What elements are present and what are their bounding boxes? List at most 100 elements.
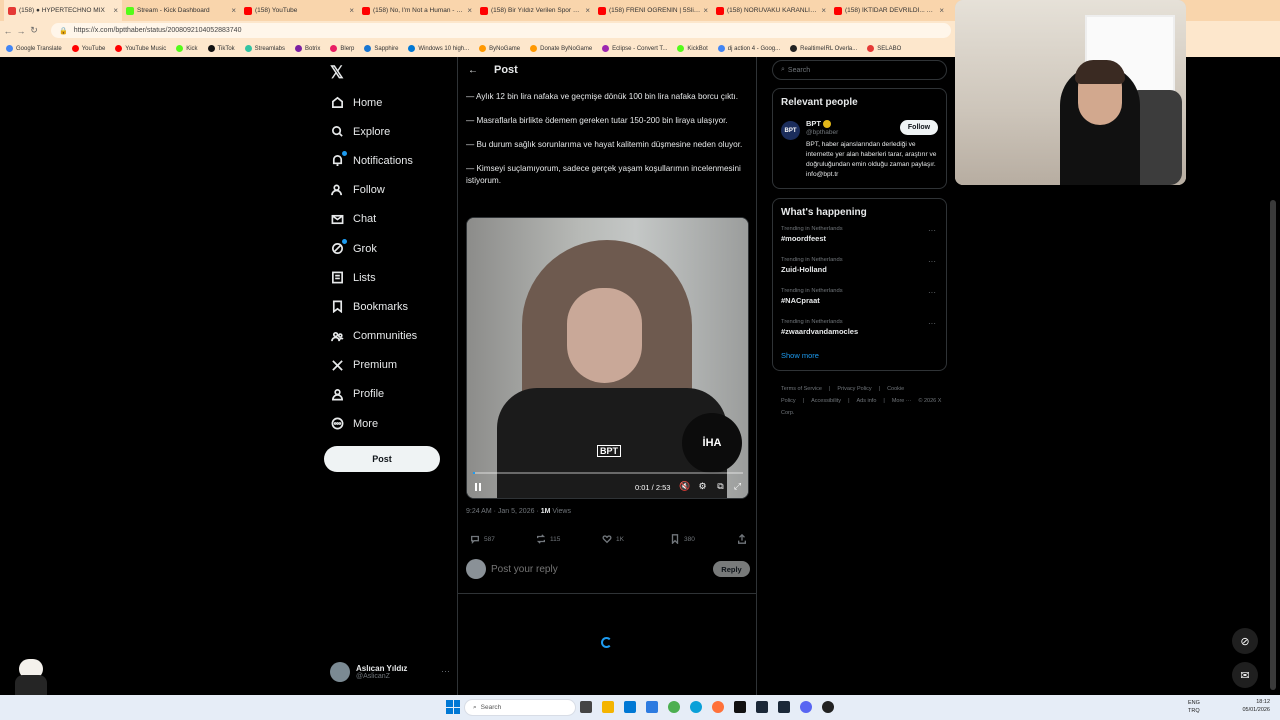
close-icon[interactable]: × bbox=[585, 6, 590, 15]
trend-item[interactable]: Trending in Netherlands Zuid-Holland ··· bbox=[781, 253, 946, 284]
browser-tab[interactable]: (158) No, I'm Not a Human - Offic × bbox=[358, 0, 476, 21]
footer-link[interactable]: Privacy Policy bbox=[837, 386, 871, 392]
close-icon[interactable]: × bbox=[349, 6, 354, 15]
edge-icon[interactable] bbox=[690, 701, 702, 713]
close-icon[interactable]: × bbox=[467, 6, 472, 15]
bookmark-item[interactable]: ByNoGame bbox=[479, 45, 520, 52]
sidebar-item-explore[interactable]: Explore bbox=[318, 117, 458, 146]
steam-icon[interactable] bbox=[756, 701, 768, 713]
trend-item[interactable]: Trending in Netherlands #NACpraat ··· bbox=[781, 284, 946, 315]
sidebar-item-grok[interactable]: Grok bbox=[318, 234, 458, 263]
browser-tab[interactable]: (158) NORUVAKU KARANLIK YÜZ:× bbox=[712, 0, 830, 21]
account-switcher[interactable]: Aslıcan Yıldız @AslicanZ ··· bbox=[330, 660, 450, 684]
sidebar-item-profile[interactable]: Profile bbox=[318, 380, 458, 409]
obs-icon[interactable] bbox=[822, 701, 834, 713]
bookmark-item[interactable]: Kick bbox=[176, 45, 198, 52]
sidebar-item-premium[interactable]: Premium bbox=[318, 351, 458, 380]
sidebar-item-more[interactable]: More bbox=[318, 409, 458, 438]
input-language[interactable]: ENG TRQ bbox=[1188, 699, 1200, 715]
browser-tab[interactable]: (158) ● HYPERTECHNO MIX × bbox=[4, 0, 122, 21]
browser-tab[interactable]: (158) Bir Yıldız Verilen Spor Salonl × bbox=[476, 0, 594, 21]
gear-icon[interactable]: ⚙ bbox=[697, 481, 708, 492]
back-nav-icon[interactable]: ← bbox=[3, 26, 13, 36]
browser-tab[interactable]: (158) YouTube × bbox=[240, 0, 358, 21]
pause-icon[interactable] bbox=[475, 483, 483, 491]
fullscreen-icon[interactable]: ⤢ bbox=[732, 481, 743, 492]
terminal-icon[interactable] bbox=[734, 701, 746, 713]
browser-tab[interactable]: Stream - Kick Dashboard × bbox=[122, 0, 240, 21]
chrome-icon[interactable] bbox=[668, 701, 680, 713]
reply-input[interactable] bbox=[491, 563, 713, 575]
reply-action[interactable]: 587 bbox=[470, 534, 495, 544]
repost-action[interactable]: 115 bbox=[536, 534, 560, 544]
close-icon[interactable]: × bbox=[821, 6, 826, 15]
browser-tab[interactable]: (158) İKTİDAR DEVRİLDİ... YouT × bbox=[830, 0, 948, 21]
share-action[interactable] bbox=[737, 534, 747, 544]
bookmark-item[interactable]: Windows 10 high... bbox=[408, 45, 469, 52]
close-icon[interactable]: × bbox=[939, 6, 944, 15]
page-scrollbar[interactable] bbox=[1270, 200, 1276, 690]
show-more-link[interactable]: Show more bbox=[781, 351, 946, 360]
taskview-icon[interactable] bbox=[580, 701, 592, 713]
back-arrow-icon[interactable]: ← bbox=[468, 65, 478, 76]
bookmark-action[interactable]: 380 bbox=[670, 534, 695, 544]
bookmark-item[interactable]: TikTok bbox=[207, 45, 235, 52]
bookmark-item[interactable]: Donate ByNoGame bbox=[530, 45, 592, 52]
bookmark-item[interactable]: Eclipse - Convert T... bbox=[602, 45, 667, 52]
post-button[interactable]: Post bbox=[324, 446, 440, 472]
windows-start-icon[interactable] bbox=[446, 700, 460, 714]
bookmark-item[interactable]: YouTube Music bbox=[115, 45, 166, 52]
bookmark-item[interactable]: Google Translate bbox=[6, 45, 62, 52]
steam-icon[interactable] bbox=[778, 701, 790, 713]
footer-link[interactable]: More ··· bbox=[892, 398, 912, 404]
sidebar-item-home[interactable]: Home bbox=[318, 88, 458, 117]
sidebar-item-notifications[interactable]: Notifications bbox=[318, 146, 458, 175]
bookmark-item[interactable]: Blerp bbox=[330, 45, 354, 52]
reload-icon[interactable]: ↻ bbox=[29, 25, 39, 36]
more-icon[interactable]: ··· bbox=[928, 257, 936, 266]
footer-link[interactable]: Accessibility bbox=[811, 398, 841, 404]
bookmark-item[interactable]: SELABO bbox=[867, 45, 901, 52]
taskbar-search[interactable]: ⌕ Search bbox=[464, 699, 576, 716]
mail-app-icon[interactable] bbox=[646, 701, 658, 713]
bookmark-item[interactable]: YouTube bbox=[71, 45, 105, 52]
close-icon[interactable]: × bbox=[703, 6, 708, 15]
sidebar-item-lists[interactable]: Lists bbox=[318, 263, 458, 292]
trend-item[interactable]: Trending in Netherlands #moordfeest ··· bbox=[781, 222, 946, 253]
footer-link[interactable]: Terms of Service bbox=[781, 386, 822, 392]
sidebar-item-chat[interactable]: Chat bbox=[318, 205, 458, 234]
file-explorer-icon[interactable] bbox=[602, 701, 614, 713]
account-more-icon[interactable]: ··· bbox=[441, 666, 450, 676]
grok-float-icon[interactable]: ⊘ bbox=[1232, 628, 1258, 654]
bookmark-item[interactable]: KickBot bbox=[677, 45, 708, 52]
bookmark-item[interactable]: Streamlabs bbox=[244, 45, 285, 52]
browser-tab[interactable]: (158) FRENİ ÖĞRENİN | 5Sliders | × bbox=[594, 0, 712, 21]
follow-button[interactable]: Follow bbox=[900, 120, 938, 135]
bpt-avatar[interactable]: BPT bbox=[781, 121, 800, 140]
close-icon[interactable]: × bbox=[113, 6, 118, 15]
bookmark-item[interactable]: Botrix bbox=[295, 45, 320, 52]
footer-link[interactable]: Ads info bbox=[857, 398, 877, 404]
post-timestamp[interactable]: 9:24 AM · Jan 5, 2026 · bbox=[466, 508, 541, 515]
clock[interactable]: 18:12 05/01/2026 bbox=[1242, 698, 1270, 714]
bookmark-item[interactable]: Sapphire bbox=[364, 45, 398, 52]
more-icon[interactable]: ··· bbox=[928, 319, 936, 328]
reply-button[interactable]: Reply bbox=[713, 561, 750, 577]
more-icon[interactable]: ··· bbox=[928, 288, 936, 297]
sidebar-item-communities[interactable]: Communities bbox=[318, 322, 458, 351]
close-icon[interactable]: × bbox=[231, 6, 236, 15]
mute-icon[interactable]: 🔇 bbox=[679, 481, 690, 492]
url-field[interactable]: 🔒 https://x.com/bptthaber/status/2008092… bbox=[51, 23, 951, 38]
pip-icon[interactable]: ⧉ bbox=[715, 481, 726, 492]
messages-float-icon[interactable]: ✉ bbox=[1232, 662, 1258, 688]
firefox-icon[interactable] bbox=[712, 701, 724, 713]
video-progress-bar[interactable] bbox=[473, 472, 743, 474]
discord-icon[interactable] bbox=[800, 701, 812, 713]
store-icon[interactable] bbox=[624, 701, 636, 713]
sidebar-item-follow[interactable]: Follow bbox=[318, 176, 458, 205]
bookmark-item[interactable]: RealtimeIRL Overla... bbox=[790, 45, 857, 52]
like-action[interactable]: 1K bbox=[602, 534, 624, 544]
sidebar-item-bookmarks[interactable]: Bookmarks bbox=[318, 292, 458, 321]
trend-item[interactable]: Trending in Netherlands #zwaardvandamocle… bbox=[781, 315, 946, 346]
relevant-person[interactable]: BPT BPT @bpthaber Follow BPT, haber ajan… bbox=[781, 116, 946, 178]
